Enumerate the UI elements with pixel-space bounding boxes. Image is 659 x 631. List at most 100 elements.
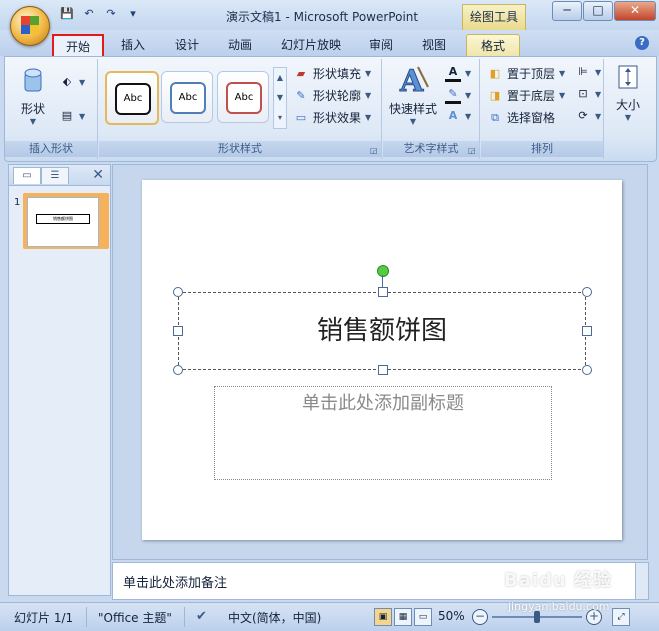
group-label-insert-shape: 插入形状 bbox=[5, 141, 97, 157]
shape-style-3[interactable]: Abc bbox=[217, 71, 269, 123]
resize-handle-top-left[interactable] bbox=[173, 287, 183, 297]
undo-icon[interactable]: ↶ bbox=[82, 7, 96, 21]
quick-styles-label: 快速样式 bbox=[388, 102, 437, 116]
outline-tab-icon[interactable]: ☰ bbox=[41, 167, 69, 184]
language[interactable]: 中文(简体，中国) bbox=[228, 609, 321, 626]
text-effects-icon: A bbox=[448, 109, 458, 122]
subtitle-placeholder[interactable]: 单击此处添加副标题 bbox=[214, 386, 552, 480]
spell-check-icon[interactable]: ✔ bbox=[196, 609, 207, 624]
size-button[interactable]: 大小 ▼ bbox=[609, 63, 647, 122]
shape-style-2[interactable]: Abc bbox=[161, 71, 213, 123]
customize-qat-icon[interactable]: ▾ bbox=[126, 7, 140, 21]
slideshow-view-icon[interactable]: ▭ bbox=[414, 608, 432, 626]
slide-number: 1 bbox=[14, 197, 21, 208]
resize-handle-left[interactable] bbox=[173, 326, 183, 336]
edit-shape-button[interactable]: ⬖ ▼ bbox=[59, 75, 85, 89]
normal-view-icon[interactable]: ▣ bbox=[374, 608, 392, 626]
dialog-launcher-icon[interactable]: ◲ bbox=[468, 147, 476, 155]
chevron-down-icon: ▼ bbox=[559, 69, 566, 78]
tab-format[interactable]: 格式 bbox=[466, 34, 520, 57]
quick-access-toolbar: 💾 ↶ ↷ ▾ bbox=[60, 7, 140, 21]
help-icon[interactable]: ? bbox=[635, 36, 649, 50]
shapes-icon bbox=[24, 68, 42, 92]
fit-to-window-icon[interactable]: ⤢ bbox=[612, 608, 630, 626]
shape-style-1[interactable]: Abc bbox=[105, 71, 159, 125]
bring-front-icon: ◧ bbox=[489, 66, 501, 80]
title-placeholder[interactable]: 销售额饼图 bbox=[178, 292, 586, 370]
slide-thumbnail[interactable]: 销售额饼图 bbox=[23, 193, 109, 249]
text-effects-button[interactable]: A ▼ bbox=[445, 109, 471, 123]
shapes-button[interactable]: 形状 ▼ bbox=[13, 65, 53, 126]
group-size: 大小 ▼ bbox=[605, 59, 651, 159]
align-button[interactable]: ⊫ ▼ bbox=[575, 65, 601, 79]
zoom-out-icon[interactable]: − bbox=[472, 609, 488, 625]
group-wordart-styles: A 快速样式 ▼ A ▼ ✎ ▼ A ▼ 艺术字样式 ◲ bbox=[383, 59, 480, 159]
redo-icon[interactable]: ↷ bbox=[104, 7, 118, 21]
close-icon[interactable]: ✕ bbox=[92, 167, 104, 183]
status-divider bbox=[184, 607, 185, 627]
tab-slideshow[interactable]: 幻灯片放映 bbox=[273, 34, 349, 56]
notes-scrollbar[interactable] bbox=[635, 562, 649, 600]
dialog-launcher-icon[interactable]: ◲ bbox=[370, 147, 378, 155]
context-tool-label: 绘图工具 bbox=[462, 4, 526, 31]
text-outline-button[interactable]: ✎ ▼ bbox=[445, 87, 471, 104]
theme-name[interactable]: "Office 主题" bbox=[98, 609, 172, 626]
slide-title[interactable]: 销售额饼图 bbox=[179, 293, 585, 369]
ribbon-tabs: 开始 插入 设计 动画 幻灯片放映 审阅 视图 格式 bbox=[0, 30, 659, 60]
minimize-button[interactable]: ─ bbox=[552, 1, 582, 21]
shape-outline-label: 形状轮廓 bbox=[313, 89, 362, 103]
resize-handle-bottom[interactable] bbox=[378, 365, 388, 375]
chevron-down-icon: ▼ bbox=[465, 111, 472, 121]
shape-effects-button[interactable]: ▭ 形状效果 ▼ bbox=[293, 109, 371, 126]
subtitle-placeholder-text[interactable]: 单击此处添加副标题 bbox=[215, 389, 551, 415]
style-gallery-scroll[interactable]: ▲ ▼ ▾ bbox=[273, 67, 287, 129]
group-objects-button[interactable]: ⊡ ▼ bbox=[575, 87, 601, 101]
chevron-down-icon: ▼ bbox=[595, 89, 602, 99]
resize-handle-right[interactable] bbox=[582, 326, 592, 336]
close-button[interactable]: ✕ bbox=[614, 1, 656, 21]
rotation-handle[interactable] bbox=[377, 265, 389, 277]
ribbon: 形状 ▼ ⬖ ▼ ▤ ▼ 插入形状 Abc Abc Abc ▲ ▼ ▾ ▰ 形状填充 ▼… bbox=[4, 56, 657, 162]
watermark-url: jingyan.baidu.com bbox=[508, 600, 610, 613]
edit-points-icon: ⬖ bbox=[62, 75, 72, 88]
pencil-icon: ✎ bbox=[296, 88, 306, 102]
rotate-button[interactable]: ⟳ ▼ bbox=[575, 109, 601, 123]
zoom-level[interactable]: 50% bbox=[438, 609, 465, 623]
text-box-button[interactable]: ▤ ▼ bbox=[59, 109, 85, 123]
status-divider bbox=[86, 607, 87, 627]
resize-handle-top[interactable] bbox=[378, 287, 388, 297]
resize-handle-bottom-right[interactable] bbox=[582, 365, 592, 375]
align-icon: ⊫ bbox=[578, 65, 588, 78]
save-icon[interactable]: 💾 bbox=[60, 7, 74, 21]
selection-pane-icon: ⧉ bbox=[491, 110, 499, 124]
group-label-shape-styles: 形状样式 bbox=[99, 141, 381, 157]
tab-design[interactable]: 设计 bbox=[164, 34, 210, 56]
chevron-down-icon: ▼ bbox=[79, 77, 86, 87]
tab-view[interactable]: 视图 bbox=[411, 34, 457, 56]
selection-pane-button[interactable]: ⧉ 选择窗格 bbox=[487, 109, 555, 126]
group-shape-styles: Abc Abc Abc ▲ ▼ ▾ ▰ 形状填充 ▼ ✎ 形状轮廓 ▼ ▭ 形状效果… bbox=[99, 59, 382, 159]
office-button[interactable] bbox=[10, 6, 50, 46]
chevron-down-icon: ▼ bbox=[465, 69, 472, 78]
send-to-back-button[interactable]: ◨ 置于底层 ▼ bbox=[487, 87, 565, 104]
notes-placeholder[interactable]: 单击此处添加备注 bbox=[123, 572, 227, 591]
text-fill-button[interactable]: A ▼ bbox=[445, 65, 471, 82]
chevron-down-icon: ▼ bbox=[559, 91, 566, 100]
resize-handle-bottom-left[interactable] bbox=[173, 365, 183, 375]
shape-outline-button[interactable]: ✎ 形状轮廓 ▼ bbox=[293, 87, 371, 104]
resize-handle-top-right[interactable] bbox=[582, 287, 592, 297]
slide-canvas[interactable]: 销售额饼图 单击此处添加副标题 bbox=[142, 180, 622, 540]
text-fill-icon: A bbox=[445, 65, 461, 82]
chevron-down-icon: ▼ bbox=[79, 111, 86, 121]
shape-fill-button[interactable]: ▰ 形状填充 ▼ bbox=[293, 65, 371, 82]
tab-review[interactable]: 审阅 bbox=[358, 34, 404, 56]
maximize-button[interactable]: □ bbox=[583, 1, 613, 21]
bring-to-front-button[interactable]: ◧ 置于顶层 ▼ bbox=[487, 65, 565, 82]
shape-style-3-preview: Abc bbox=[226, 82, 262, 114]
slides-tab-icon[interactable]: ▭ bbox=[13, 167, 41, 184]
shape-style-1-preview: Abc bbox=[115, 83, 151, 115]
quick-styles-button[interactable]: A 快速样式 ▼ bbox=[387, 63, 439, 127]
tab-insert[interactable]: 插入 bbox=[110, 34, 156, 56]
tab-animation[interactable]: 动画 bbox=[217, 34, 263, 56]
slide-sorter-view-icon[interactable]: ▦ bbox=[394, 608, 412, 626]
